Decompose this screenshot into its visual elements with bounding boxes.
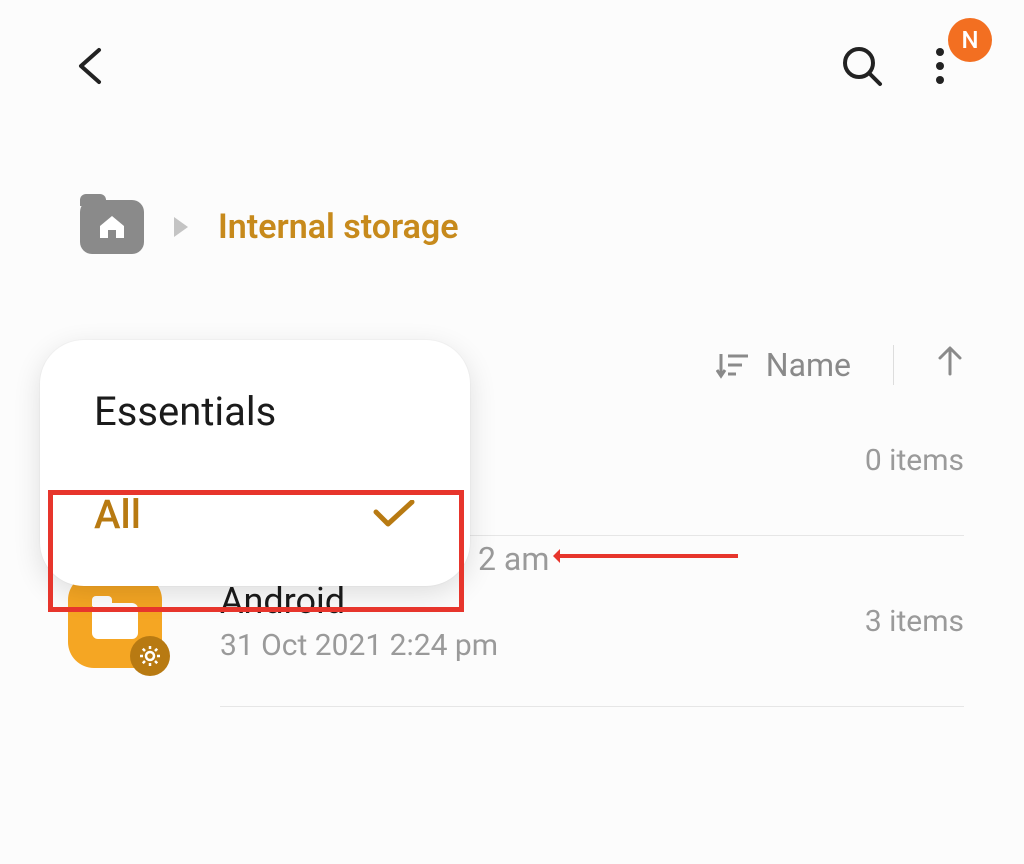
sort-label: Name <box>766 346 851 384</box>
item-count: 0 items <box>865 443 964 478</box>
partial-timestamp: 2 am <box>478 540 549 578</box>
avatar-initial: N <box>961 26 978 54</box>
home-icon <box>98 214 126 240</box>
more-options-button[interactable]: N <box>916 42 964 90</box>
more-vertical-icon <box>935 46 945 86</box>
search-icon <box>840 44 884 88</box>
back-button[interactable] <box>70 46 110 86</box>
breadcrumb: Internal storage <box>0 110 1024 274</box>
sort-direction-button[interactable] <box>936 344 964 386</box>
sort-button[interactable]: Name <box>716 346 851 384</box>
search-button[interactable] <box>838 42 886 90</box>
item-count: 3 items <box>865 604 964 639</box>
profile-avatar[interactable]: N <box>948 18 992 62</box>
top-bar: N <box>0 0 1024 110</box>
item-subtitle: 31 Oct 2021 2:24 pm <box>220 628 865 663</box>
breadcrumb-home[interactable] <box>80 200 144 254</box>
checkmark-icon <box>372 500 416 530</box>
sort-icon <box>716 350 750 380</box>
chevron-left-icon <box>75 46 105 86</box>
sort-separator <box>893 345 894 385</box>
breadcrumb-current[interactable]: Internal storage <box>218 207 459 247</box>
breadcrumb-separator-icon <box>172 215 190 239</box>
gear-badge-icon <box>130 636 170 676</box>
filter-option-all[interactable]: All <box>40 463 470 566</box>
arrow-up-icon <box>936 344 964 378</box>
filter-option-essentials[interactable]: Essentials <box>40 360 470 463</box>
filter-option-label: All <box>94 491 141 538</box>
filter-option-label: Essentials <box>94 388 276 435</box>
filter-popup: Essentials All <box>40 340 470 586</box>
